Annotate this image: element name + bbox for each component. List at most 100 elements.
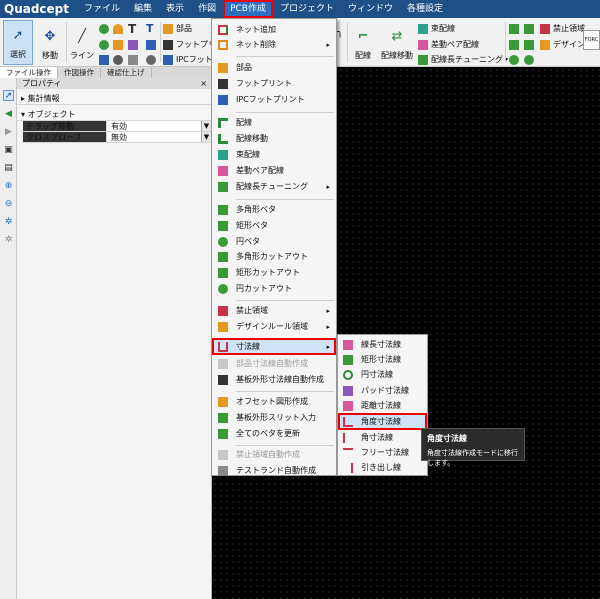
- zoom-in-icon[interactable]: ⊕: [3, 180, 14, 191]
- menu-item-update-fills[interactable]: 全てのベタを更新: [212, 426, 336, 441]
- polyline-tool-icon[interactable]: [99, 53, 112, 66]
- ribbon-keepout-button[interactable]: 禁止領域: [540, 22, 585, 35]
- save-icon[interactable]: ▣: [3, 144, 14, 155]
- cursor-icon[interactable]: ➚: [3, 90, 14, 101]
- forc-button[interactable]: FORC: [583, 30, 600, 50]
- menu-item-offset-shape[interactable]: オフセット図形作成: [212, 394, 336, 409]
- circle-tool-icon[interactable]: [99, 22, 112, 35]
- menu-item-rect-cutout[interactable]: 矩形カットアウト: [212, 265, 336, 280]
- forward-arrow-icon[interactable]: ▶: [3, 126, 14, 137]
- ribbon-extra-icon[interactable]: ╮: [337, 26, 343, 39]
- menu-draw[interactable]: 作図: [191, 0, 223, 18]
- menu-item-footprint[interactable]: フットプリント: [212, 76, 336, 91]
- menu-item-ipc-footprint[interactable]: IPCフットプリント: [212, 92, 336, 107]
- menu-item-rect-fill[interactable]: 矩形ベタ: [212, 218, 336, 233]
- submenu-item-corner[interactable]: 角寸法線: [338, 430, 427, 445]
- image-tool-icon[interactable]: [128, 53, 141, 66]
- submenu-item-free[interactable]: フリー寸法線: [338, 445, 427, 460]
- ribbon-wire-button[interactable]: ⌐ 配線: [350, 20, 376, 65]
- rect-tool-icon[interactable]: [128, 38, 141, 51]
- arc-tool2-icon[interactable]: [113, 38, 126, 51]
- menu-item-polygon-fill[interactable]: 多角形ベタ: [212, 202, 336, 217]
- ribbon-footprint-button[interactable]: フットプリ: [163, 38, 216, 51]
- menu-item-circle-cutout[interactable]: 円カットアウト: [212, 281, 336, 296]
- menu-project[interactable]: プロジェクト: [273, 0, 341, 18]
- menu-item-auto-board-dimension[interactable]: 基板外形寸法線自動作成: [212, 372, 336, 387]
- menu-item-circle-fill[interactable]: 円ベタ: [212, 234, 336, 249]
- ribbon-length-button[interactable]: 配線長チューニング ▾: [418, 53, 508, 66]
- menu-item-bundle-wire[interactable]: 束配線: [212, 147, 336, 162]
- menu-item-net-delete[interactable]: ネット削除 ▸: [212, 37, 336, 52]
- dropdown-arrow-icon[interactable]: ▼: [201, 121, 211, 131]
- menu-edit[interactable]: 編集: [127, 0, 159, 18]
- menu-item-diff-pair[interactable]: 差動ペア配線: [212, 163, 336, 178]
- zoom-out-icon[interactable]: ⊖: [3, 198, 14, 209]
- gear-icon[interactable]: ✲: [3, 216, 14, 227]
- section-object[interactable]: ▾ オブジェクト: [17, 109, 211, 121]
- menu-item-dimension[interactable]: 寸法線 ▸: [212, 338, 336, 355]
- line-button[interactable]: ╱ ライン: [68, 20, 96, 65]
- menu-item-polygon-cutout[interactable]: 多角形カットアウト: [212, 249, 336, 264]
- pcb-dropdown-menu: ネット追加 ネット削除 ▸ 部品 フットプリント IPCフットプリント 配線 配線…: [211, 18, 337, 476]
- submenu-item-rect[interactable]: 矩形寸法線: [338, 352, 427, 367]
- submenu-item-angle[interactable]: 角度寸法線: [338, 413, 427, 430]
- tab-finish[interactable]: 確認仕上げ: [101, 67, 152, 78]
- menu-pcb[interactable]: PCB作成: [223, 0, 273, 18]
- ribbon-bundle-button[interactable]: 束配線: [418, 22, 455, 35]
- menu-item-design-rule[interactable]: デザインルール領域 ▸: [212, 319, 336, 334]
- menu-item-auto-part-dimension[interactable]: 部品寸法線自動作成: [212, 356, 336, 371]
- ribbon-part-button[interactable]: 部品: [163, 22, 192, 35]
- menu-window[interactable]: ウィンドウ: [341, 0, 400, 18]
- property-value[interactable]: 有効: [107, 121, 201, 131]
- property-value[interactable]: 無効: [107, 132, 201, 142]
- ribbon-wire-move-button[interactable]: ⇄ 配線移動: [379, 20, 415, 65]
- tab-file-ops[interactable]: ファイル操作: [0, 67, 58, 78]
- submenu-item-pad[interactable]: パッド寸法線: [338, 383, 427, 398]
- submenu-item-distance[interactable]: 距離寸法線: [338, 398, 427, 413]
- ellipse-tool-icon[interactable]: [113, 53, 126, 66]
- menu-item-board-slit[interactable]: 基板外形スリット入力: [212, 410, 336, 425]
- menu-item-part[interactable]: 部品: [212, 60, 336, 75]
- menu-item-length-tuning[interactable]: 配線長チューニング ▸: [212, 179, 336, 194]
- text-tool2-icon[interactable]: T: [146, 22, 154, 35]
- ribbon-diff-button[interactable]: 差動ペア配線: [418, 38, 479, 51]
- ribbon-polycut-icon[interactable]: [524, 22, 537, 35]
- menu-item-wire-move[interactable]: 配線移動: [212, 131, 336, 146]
- ribbon-circle-icon[interactable]: [509, 53, 522, 66]
- menu-item-net-add[interactable]: ネット追加: [212, 22, 336, 37]
- section-total[interactable]: ▸ 集計情報: [17, 93, 211, 105]
- ribbon-poly-icon[interactable]: [509, 22, 522, 35]
- circle-dimension-icon: [343, 369, 353, 380]
- menu-item-label: 配線長チューニング: [236, 182, 308, 191]
- dropdown-arrow-icon[interactable]: ▼: [201, 132, 211, 142]
- submenu-item-label: 角度寸法線: [361, 417, 401, 426]
- submenu-item-leader[interactable]: 引き出し線: [338, 460, 427, 475]
- submenu-item-linear[interactable]: 線長寸法線: [338, 337, 427, 352]
- select-label: 選択: [10, 50, 26, 59]
- ribbon-rectcut-icon[interactable]: [524, 38, 537, 51]
- move-button[interactable]: ✥ 移動: [36, 20, 64, 65]
- submenu-item-circle[interactable]: 円寸法線: [338, 367, 427, 382]
- close-icon[interactable]: ×: [200, 78, 211, 89]
- table-tool-icon[interactable]: [146, 38, 159, 51]
- ribbon-circlecut-icon[interactable]: [524, 53, 537, 66]
- ribbon-ipc-button[interactable]: IPCフット: [163, 53, 213, 66]
- settings-icon[interactable]: ✲: [3, 234, 14, 245]
- ribbon-design-button[interactable]: デザイン: [540, 38, 585, 51]
- text-tool-icon[interactable]: T: [128, 22, 136, 36]
- arc-tool-icon[interactable]: [113, 22, 126, 35]
- menu-item-keepout[interactable]: 禁止領域 ▸: [212, 303, 336, 318]
- menu-view[interactable]: 表示: [159, 0, 191, 18]
- circle-tool2-icon[interactable]: [99, 38, 112, 51]
- back-arrow-icon[interactable]: ◀: [3, 108, 14, 119]
- menu-item-test-land[interactable]: テストランド自動作成: [212, 463, 336, 478]
- menu-item-wire[interactable]: 配線: [212, 115, 336, 130]
- menu-settings[interactable]: 各種設定: [400, 0, 450, 18]
- menu-file[interactable]: ファイル: [77, 0, 127, 18]
- tab-draw-ops[interactable]: 作図操作: [58, 67, 101, 78]
- select-button[interactable]: ➚ 選択: [3, 20, 33, 65]
- ribbon-rect-icon[interactable]: [509, 38, 522, 51]
- menu-item-auto-keepout[interactable]: 禁止領域自動作成: [212, 447, 336, 462]
- print-icon[interactable]: ▤: [3, 162, 14, 173]
- dot-tool-icon[interactable]: [146, 53, 159, 66]
